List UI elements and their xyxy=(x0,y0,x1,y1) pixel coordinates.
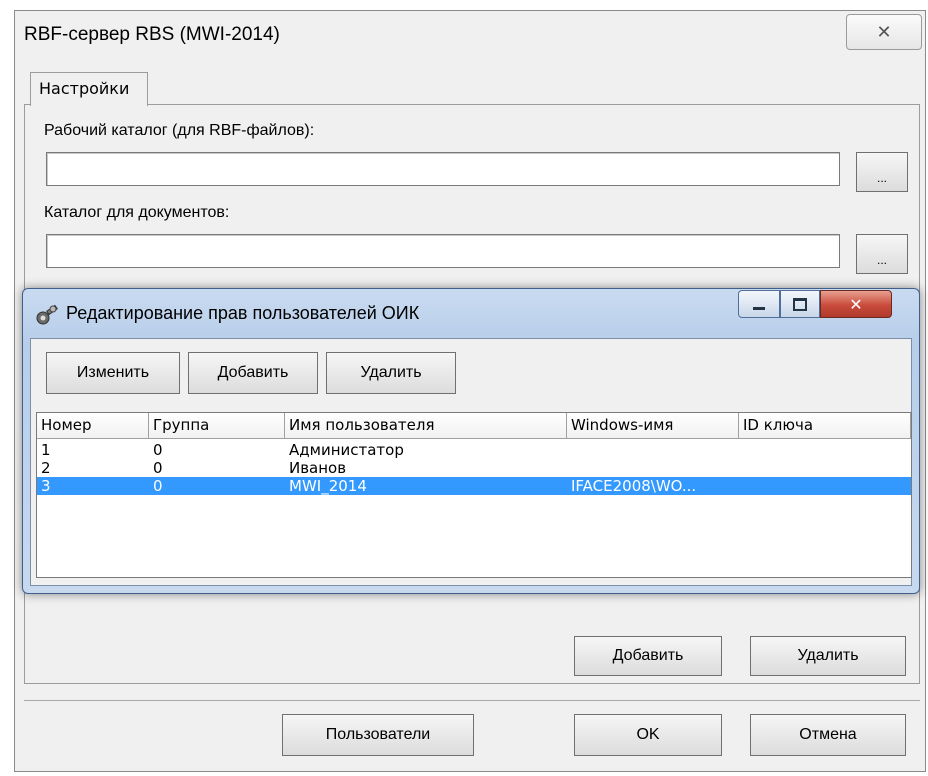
browse-work-dir-button[interactable]: ... xyxy=(856,152,908,192)
docs-dir-label: Каталог для документов: xyxy=(44,204,230,221)
users-key-icon xyxy=(34,302,60,328)
dialog-title: Редактирование прав пользователей ОИК xyxy=(66,303,420,323)
maximize-icon xyxy=(793,297,807,311)
cancel-button[interactable]: Отмена xyxy=(750,714,906,756)
column-header-group[interactable]: Группа xyxy=(149,413,285,439)
close-button[interactable]: ✕ xyxy=(846,14,922,50)
maximize-button[interactable] xyxy=(780,290,820,318)
cell-number: 1 xyxy=(41,441,51,459)
dialog-title: RBF-сервер RBS (MWI-2014) xyxy=(24,24,280,45)
browse-docs-dir-button[interactable]: ... xyxy=(856,234,908,274)
minimize-button[interactable] xyxy=(738,290,780,318)
cell-group: 0 xyxy=(153,459,163,477)
column-header-windows-name[interactable]: Windows-имя xyxy=(567,413,739,439)
cell-username: MWI_2014 xyxy=(289,477,367,495)
work-dir-field[interactable] xyxy=(46,152,840,186)
table-row[interactable]: 1 0 Администатор xyxy=(37,441,911,459)
close-button[interactable]: ✕ xyxy=(820,290,892,318)
cell-group: 0 xyxy=(153,477,163,495)
cell-number: 2 xyxy=(41,459,51,477)
close-icon: ✕ xyxy=(876,21,892,43)
users-button[interactable]: Пользователи xyxy=(282,714,474,756)
delete-button[interactable]: Удалить xyxy=(750,636,906,676)
users-table[interactable]: Номер Группа Имя пользователя Windows-им… xyxy=(36,412,912,578)
work-dir-label: Рабочий каталог (для RBF-файлов): xyxy=(44,122,315,139)
cell-group: 0 xyxy=(153,441,163,459)
column-header-username[interactable]: Имя пользователя xyxy=(285,413,567,439)
table-row[interactable]: 2 0 Иванов xyxy=(37,459,911,477)
separator xyxy=(24,700,920,701)
cell-windows-name: IFACE2008\WO... xyxy=(571,477,697,495)
delete-user-button[interactable]: Удалить xyxy=(326,352,456,394)
column-header-key-id[interactable]: ID ключа xyxy=(739,413,911,439)
add-user-button[interactable]: Добавить xyxy=(188,352,318,394)
column-header-number[interactable]: Номер xyxy=(37,413,149,439)
cell-username: Администатор xyxy=(289,441,404,459)
tab-settings[interactable]: Настройки xyxy=(30,72,148,106)
table-row-selected[interactable]: 3 0 MWI_2014 IFACE2008\WO... xyxy=(37,477,911,495)
close-icon: ✕ xyxy=(849,294,863,314)
cell-number: 3 xyxy=(41,477,51,495)
ok-button[interactable]: OK xyxy=(574,714,722,756)
edit-user-button[interactable]: Изменить xyxy=(46,352,180,394)
minimize-icon xyxy=(753,306,765,310)
cell-username: Иванов xyxy=(289,459,347,477)
docs-dir-field[interactable] xyxy=(46,234,840,268)
add-button[interactable]: Добавить xyxy=(574,636,722,676)
